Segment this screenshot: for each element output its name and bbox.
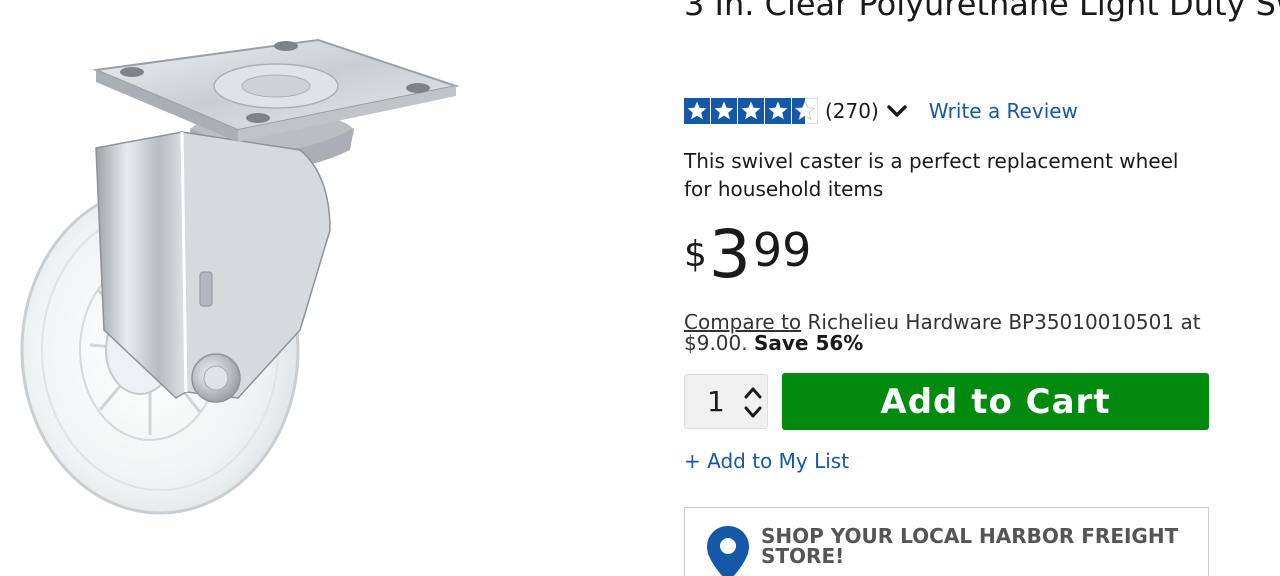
product-page: 3 In. Clear Polyurethane Light Duty Swiv… bbox=[0, 0, 1280, 576]
add-to-list-link[interactable]: + Add to My List bbox=[684, 449, 849, 473]
product-description: This swivel caster is a perfect replacem… bbox=[684, 149, 1179, 201]
savings-text: Save 56% bbox=[753, 331, 864, 355]
half-star-icon bbox=[792, 98, 818, 124]
chevron-down-icon[interactable] bbox=[885, 99, 909, 123]
store-label: SHOP YOUR LOCAL HARBOR FREIGHT STORE! bbox=[761, 524, 1179, 568]
price-currency: $ bbox=[684, 234, 707, 275]
location-pin-icon bbox=[707, 526, 749, 576]
caster-illustration bbox=[20, 38, 460, 515]
star-icon bbox=[684, 98, 710, 124]
price-cents: 99 bbox=[752, 223, 812, 277]
caret-down-icon[interactable] bbox=[743, 403, 763, 421]
product-image[interactable] bbox=[0, 0, 560, 576]
star-icon bbox=[711, 98, 737, 124]
star-icon bbox=[738, 98, 764, 124]
product-title: 3 In. Clear Polyurethane Light Duty Swiv… bbox=[684, 0, 1280, 23]
quantity-stepper[interactable]: 1 bbox=[684, 374, 768, 429]
compare-price: Compare to Richelieu Hardware BP35010010… bbox=[684, 312, 1204, 354]
star-rating[interactable] bbox=[684, 98, 819, 124]
price: $ 3 99 bbox=[684, 222, 811, 292]
review-count[interactable]: (270) bbox=[825, 99, 879, 123]
star-icon bbox=[765, 98, 791, 124]
price-dollars: 3 bbox=[708, 216, 751, 293]
quantity-value[interactable]: 1 bbox=[707, 387, 725, 417]
caret-up-icon[interactable] bbox=[743, 384, 763, 402]
write-review-link[interactable]: Write a Review bbox=[929, 99, 1078, 123]
add-to-cart-button[interactable]: Add to Cart bbox=[782, 373, 1209, 430]
rating-row: (270) Write a Review bbox=[684, 96, 1078, 126]
shop-local-store[interactable]: SHOP YOUR LOCAL HARBOR FREIGHT STORE! bbox=[684, 507, 1209, 576]
